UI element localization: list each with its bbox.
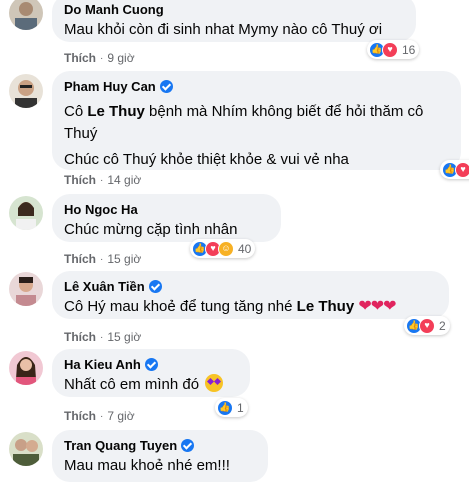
comment-meta: Thích · 15 giờ [64, 252, 142, 266]
verified-badge-icon [148, 280, 162, 293]
avatar[interactable] [9, 432, 43, 466]
love-icon: ♥ [455, 161, 469, 178]
comment-meta: Thích · 14 giờ [64, 173, 142, 187]
like-icon: 👍 [217, 399, 233, 416]
timestamp[interactable]: 9 giờ [107, 51, 134, 65]
avatar[interactable] [9, 351, 43, 385]
comment-text: Mau mau khoẻ nhé em!!! [64, 457, 230, 474]
comment-bubble: Do Manh Cuong Mau khỏi còn đi sinh nhat … [52, 0, 416, 42]
reaction-summary[interactable]: 👍 1 [215, 398, 248, 417]
avatar[interactable] [9, 196, 43, 230]
love-icon: ♥ [382, 41, 398, 58]
reaction-count: 16 [402, 42, 416, 57]
avatar[interactable] [9, 272, 43, 306]
comment-bubble: Pham Huy Can Cô Le Thuy bệnh mà Nhím khô… [52, 71, 461, 170]
comment-bubble: Ha Kieu Anh Nhất cô em mình đó [52, 349, 250, 397]
reaction-summary[interactable]: 👍 ♥ 16 [367, 40, 420, 59]
timestamp[interactable]: 15 giờ [107, 330, 141, 344]
comment-author[interactable]: Ha Kieu Anh [64, 356, 238, 373]
comment-text: Cô Hý mau khoẻ để tung tăng nhé Le Thuy … [64, 298, 397, 315]
love-icon: ♥ [419, 317, 435, 334]
comment-bubble: Tran Quang Tuyen Mau mau khoẻ nhé em!!! [52, 430, 268, 482]
comment-meta: Thích · 7 giờ [64, 409, 135, 423]
reaction-summary[interactable]: 👍 ♥ 3 [440, 160, 469, 179]
reaction-count: 2 [439, 318, 446, 333]
like-button[interactable]: Thích [64, 330, 96, 344]
comment-text: Nhất cô em mình đó [64, 374, 238, 396]
star-struck-emoji-icon [205, 374, 224, 392]
comment-author[interactable]: Tran Quang Tuyen [64, 437, 256, 454]
comment-meta: Thích · 15 giờ [64, 330, 142, 344]
timestamp[interactable]: 7 giờ [107, 409, 134, 423]
verified-badge-icon [181, 439, 195, 452]
like-button[interactable]: Thích [64, 409, 96, 423]
comment-bubble: Lê Xuân Tiền Cô Hý mau khoẻ để tung tăng… [52, 271, 449, 319]
comment-meta: Thích · 9 giờ [64, 51, 135, 65]
reaction-summary[interactable]: 👍 ♥ 2 [404, 316, 450, 335]
mention-link[interactable]: Le Thuy [87, 103, 145, 120]
comment-author[interactable]: Ho Ngoc Ha [64, 201, 269, 218]
like-button[interactable]: Thích [64, 173, 96, 187]
comment-text-line2: Chúc cô Thuý khỏe thiệt khỏe & vui vẻ nh… [64, 151, 349, 168]
care-icon: ☺ [218, 240, 234, 257]
reaction-count: 1 [237, 400, 244, 415]
avatar[interactable] [9, 0, 43, 30]
mention-link[interactable]: Le Thuy [297, 298, 355, 315]
comment-text: Chúc mừng cặp tình nhân [64, 221, 238, 238]
comment-text: Mau khỏi còn đi sinh nhat Mymy nào cô Th… [64, 21, 383, 38]
verified-badge-icon [159, 80, 173, 93]
comment-text: Cô Le Thuy bệnh mà Nhím không biết để hỏ… [64, 103, 424, 142]
avatar[interactable] [9, 74, 43, 108]
timestamp[interactable]: 15 giờ [107, 252, 141, 266]
timestamp[interactable]: 14 giờ [107, 173, 141, 187]
verified-badge-icon [144, 358, 158, 371]
reaction-summary[interactable]: 👍 ♥ ☺ 40 [190, 239, 256, 258]
comment-author[interactable]: Pham Huy Can [64, 78, 449, 95]
comment-author[interactable]: Do Manh Cuong [64, 1, 404, 18]
comment-author[interactable]: Lê Xuân Tiền [64, 278, 437, 295]
like-button[interactable]: Thích [64, 51, 96, 65]
like-button[interactable]: Thích [64, 252, 96, 266]
heart-emoji-icon: ❤❤❤ [358, 298, 396, 315]
comment-bubble: Ho Ngoc Ha Chúc mừng cặp tình nhân [52, 194, 281, 242]
reaction-count: 40 [238, 241, 252, 256]
